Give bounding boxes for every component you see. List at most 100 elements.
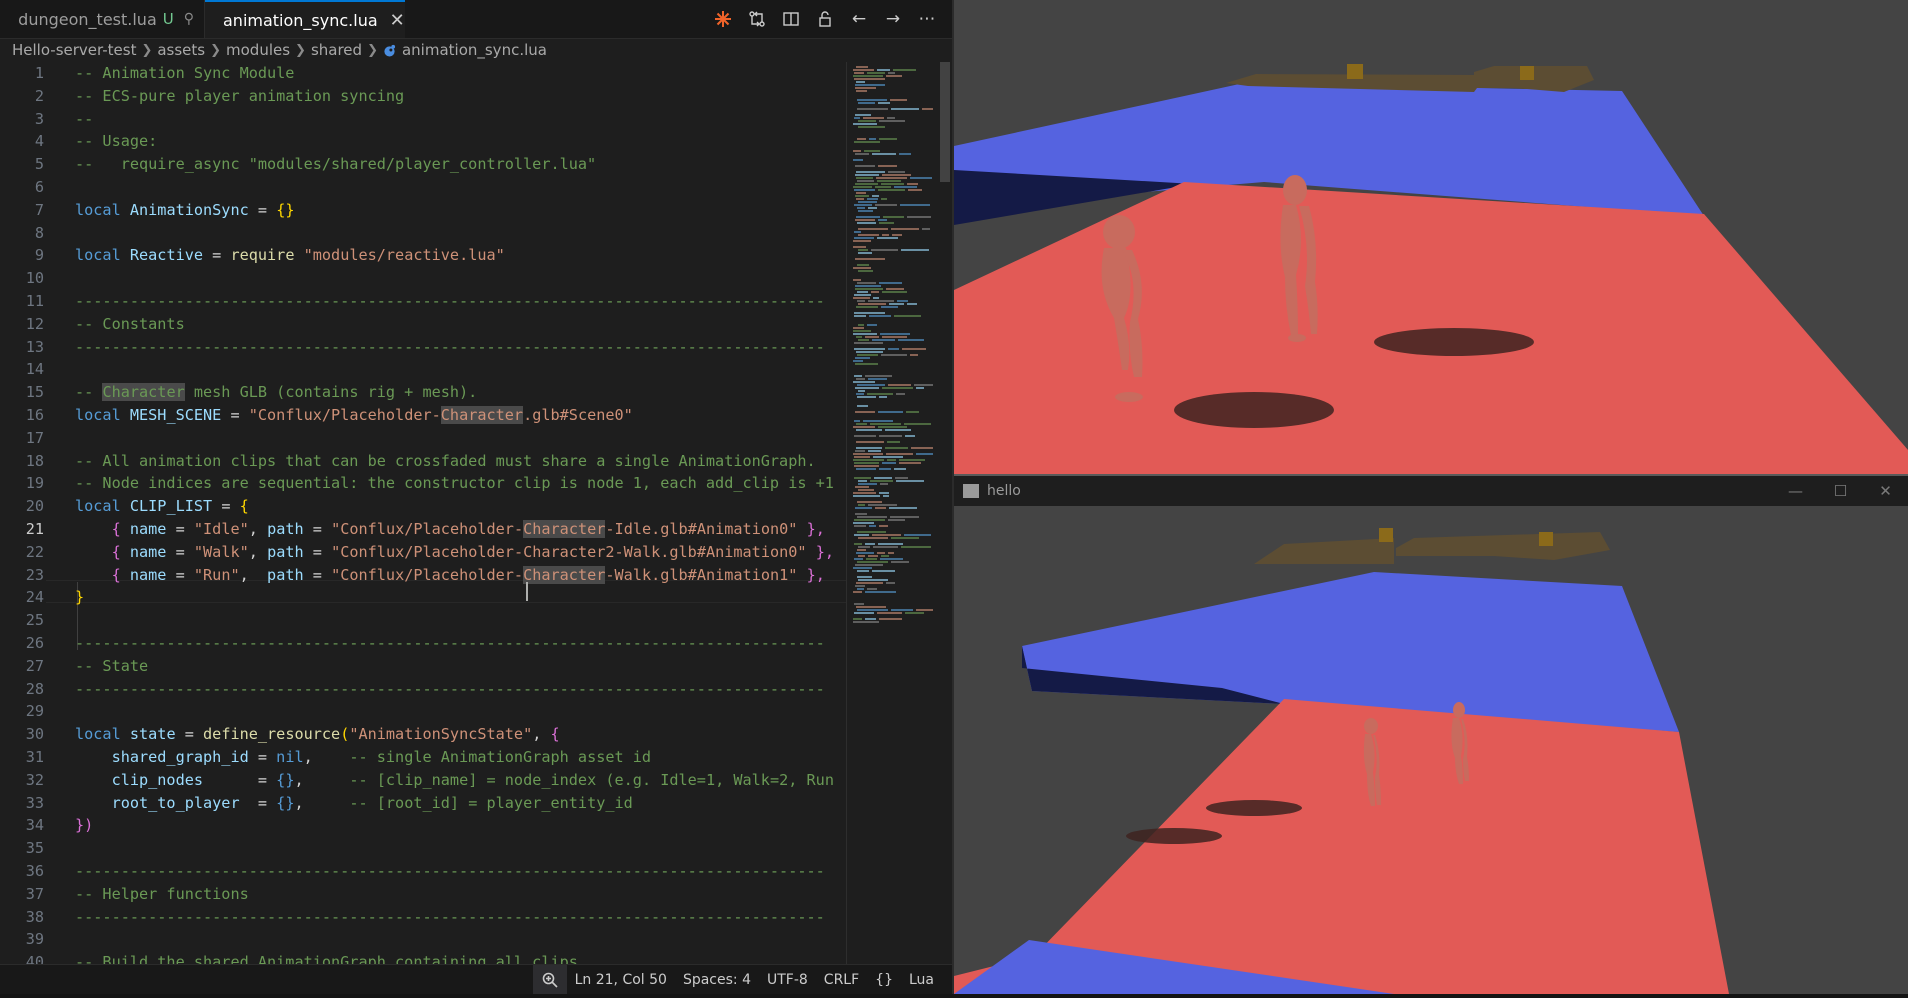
language-status-icon[interactable]: {}: [867, 965, 901, 995]
code-line[interactable]: 22 { name = "Walk", path = "Conflux/Plac…: [0, 541, 846, 564]
tab-animation-sync[interactable]: animation_sync.lua ✕: [205, 0, 405, 38]
line-text: clip_nodes = {}, -- [clip_name] = node_i…: [75, 769, 834, 792]
code-line[interactable]: 7 local AnimationSync = {}: [0, 199, 846, 222]
minimap-line: [856, 393, 864, 395]
tab-dungeon-test[interactable]: dungeon_test.lua U ⚲: [0, 0, 205, 38]
code-line[interactable]: 27 -- State: [0, 655, 846, 678]
code-line[interactable]: 35: [0, 837, 846, 860]
scrollbar-thumb[interactable]: [940, 62, 950, 182]
game-viewport-bottom[interactable]: [954, 506, 1908, 994]
minimap-line: [885, 429, 911, 431]
code-line[interactable]: 11 --------------------------------------…: [0, 290, 846, 313]
go-forward-icon[interactable]: →: [882, 8, 904, 30]
hello-window[interactable]: hello — ☐ ✕: [954, 474, 1908, 994]
window-titlebar[interactable]: hello — ☐ ✕: [954, 474, 1908, 506]
code-line[interactable]: 24}: [0, 586, 846, 609]
code-editor[interactable]: dungeon_test.lua U ⚲ animation_sync.lua …: [0, 0, 954, 998]
minimap-line: [854, 189, 875, 191]
code-line[interactable]: 21 { name = "Idle", path = "Conflux/Plac…: [0, 518, 846, 541]
minimap-line: [854, 141, 880, 143]
source-control-compare-icon[interactable]: [746, 8, 768, 30]
minimap-line: [878, 219, 887, 221]
code-line[interactable]: 12 -- Constants: [0, 313, 846, 336]
close-icon[interactable]: ✕: [1863, 476, 1908, 506]
spark-icon[interactable]: [712, 8, 734, 30]
code-line[interactable]: 32 clip_nodes = {}, -- [clip_name] = nod…: [0, 769, 846, 792]
encoding[interactable]: UTF-8: [759, 965, 816, 995]
code-line[interactable]: 20 local CLIP_LIST = {: [0, 495, 846, 518]
code-line[interactable]: 13 --------------------------------------…: [0, 336, 846, 359]
code-line[interactable]: 36 --------------------------------------…: [0, 860, 846, 883]
breadcrumb-item[interactable]: modules: [226, 41, 290, 59]
minimap-line: [890, 99, 907, 101]
maximize-icon[interactable]: ☐: [1818, 476, 1863, 506]
code-line[interactable]: 8: [0, 222, 846, 245]
line-text: local Reactive = require "modules/reacti…: [75, 244, 505, 267]
code-line[interactable]: 17: [0, 427, 846, 450]
pin-icon[interactable]: ⚲: [184, 11, 194, 27]
code-line[interactable]: 37 -- Helper functions: [0, 883, 846, 906]
code-line[interactable]: 9 local Reactive = require "modules/react…: [0, 244, 846, 267]
code-area[interactable]: 1 -- Animation Sync Module 2 -- ECS-pure pl…: [0, 62, 846, 964]
minimap-line: [878, 426, 907, 428]
code-line[interactable]: 31 shared_graph_id = nil, -- single Anim…: [0, 746, 846, 769]
code-line[interactable]: 33 root_to_player = {}, -- [root_id] = p…: [0, 792, 846, 815]
code-line[interactable]: 4 -- Usage:: [0, 130, 846, 153]
code-line[interactable]: 5 -- require_async "modules/shared/player…: [0, 153, 846, 176]
minimap-line: [858, 546, 870, 548]
code-line[interactable]: 39: [0, 928, 846, 951]
code-line[interactable]: 14: [0, 358, 846, 381]
language-mode[interactable]: Lua: [901, 965, 942, 995]
code-line[interactable]: 38 --------------------------------------…: [0, 906, 846, 929]
code-line[interactable]: 6: [0, 176, 846, 199]
code-line[interactable]: 34}): [0, 814, 846, 837]
line-number: 35: [25, 839, 44, 858]
indentation[interactable]: Spaces: 4: [675, 965, 759, 995]
code-token: Character: [102, 383, 185, 402]
code-line[interactable]: 3 --: [0, 108, 846, 131]
code-line[interactable]: 25: [0, 609, 846, 632]
code-line[interactable]: 1 -- Animation Sync Module: [0, 62, 846, 85]
split-editor-icon[interactable]: [780, 8, 802, 30]
code-line[interactable]: 23 { name = "Run", path = "Conflux/Place…: [0, 564, 846, 587]
code-line[interactable]: 2 -- ECS-pure player animation syncing: [0, 85, 846, 108]
breadcrumb-item[interactable]: assets: [157, 41, 205, 59]
breadcrumb-item[interactable]: Hello-server-test: [12, 41, 136, 59]
minimap-line: [889, 507, 917, 509]
minimize-icon[interactable]: —: [1773, 476, 1818, 506]
minimap-line: [886, 453, 913, 455]
breadcrumb-item[interactable]: shared: [311, 41, 362, 59]
line-number: 14: [25, 360, 44, 379]
breadcrumb-item[interactable]: animation_sync.lua: [402, 41, 547, 59]
code-line[interactable]: 19 -- Node indices are sequential: the co…: [0, 472, 846, 495]
code-line[interactable]: 26 --------------------------------------…: [0, 632, 846, 655]
minimap-line: [881, 198, 887, 200]
minimap-line: [855, 288, 883, 290]
minimap[interactable]: [846, 62, 939, 964]
minimap-line: [869, 525, 876, 527]
code-line[interactable]: 28 --------------------------------------…: [0, 678, 846, 701]
game-viewport-top[interactable]: [954, 0, 1908, 474]
close-tab-icon[interactable]: ✕: [390, 10, 405, 31]
minimap-line: [858, 234, 879, 236]
code-token: path: [267, 520, 304, 538]
code-line[interactable]: 15 -- Character mesh GLB (contains rig + …: [0, 381, 846, 404]
code-line[interactable]: 18 -- All animation clips that can be cro…: [0, 450, 846, 473]
line-text: -- Build the shared AnimationGraph conta…: [75, 951, 578, 964]
line-ending[interactable]: CRLF: [816, 965, 867, 995]
code-line[interactable]: 29: [0, 700, 846, 723]
code-line[interactable]: 16 local MESH_SCENE = "Conflux/Placeholde…: [0, 404, 846, 427]
code-line[interactable]: 30 local state = define_resource("Animati…: [0, 723, 846, 746]
line-number: 38: [25, 907, 44, 926]
line-text: -- Character mesh GLB (contains rig + me…: [75, 381, 477, 404]
zoom-icon[interactable]: [532, 964, 567, 995]
code-line[interactable]: 10: [0, 267, 846, 290]
code-line[interactable]: 40 -- Build the shared AnimationGraph con…: [0, 951, 846, 964]
lock-icon[interactable]: [814, 8, 836, 30]
vertical-scrollbar[interactable]: [938, 62, 952, 964]
more-actions-icon[interactable]: ⋯: [916, 8, 938, 30]
go-back-icon[interactable]: ←: [848, 8, 870, 30]
line-number: 36: [25, 862, 44, 880]
minimap-line: [867, 324, 877, 326]
cursor-position[interactable]: Ln 21, Col 50: [567, 965, 675, 995]
